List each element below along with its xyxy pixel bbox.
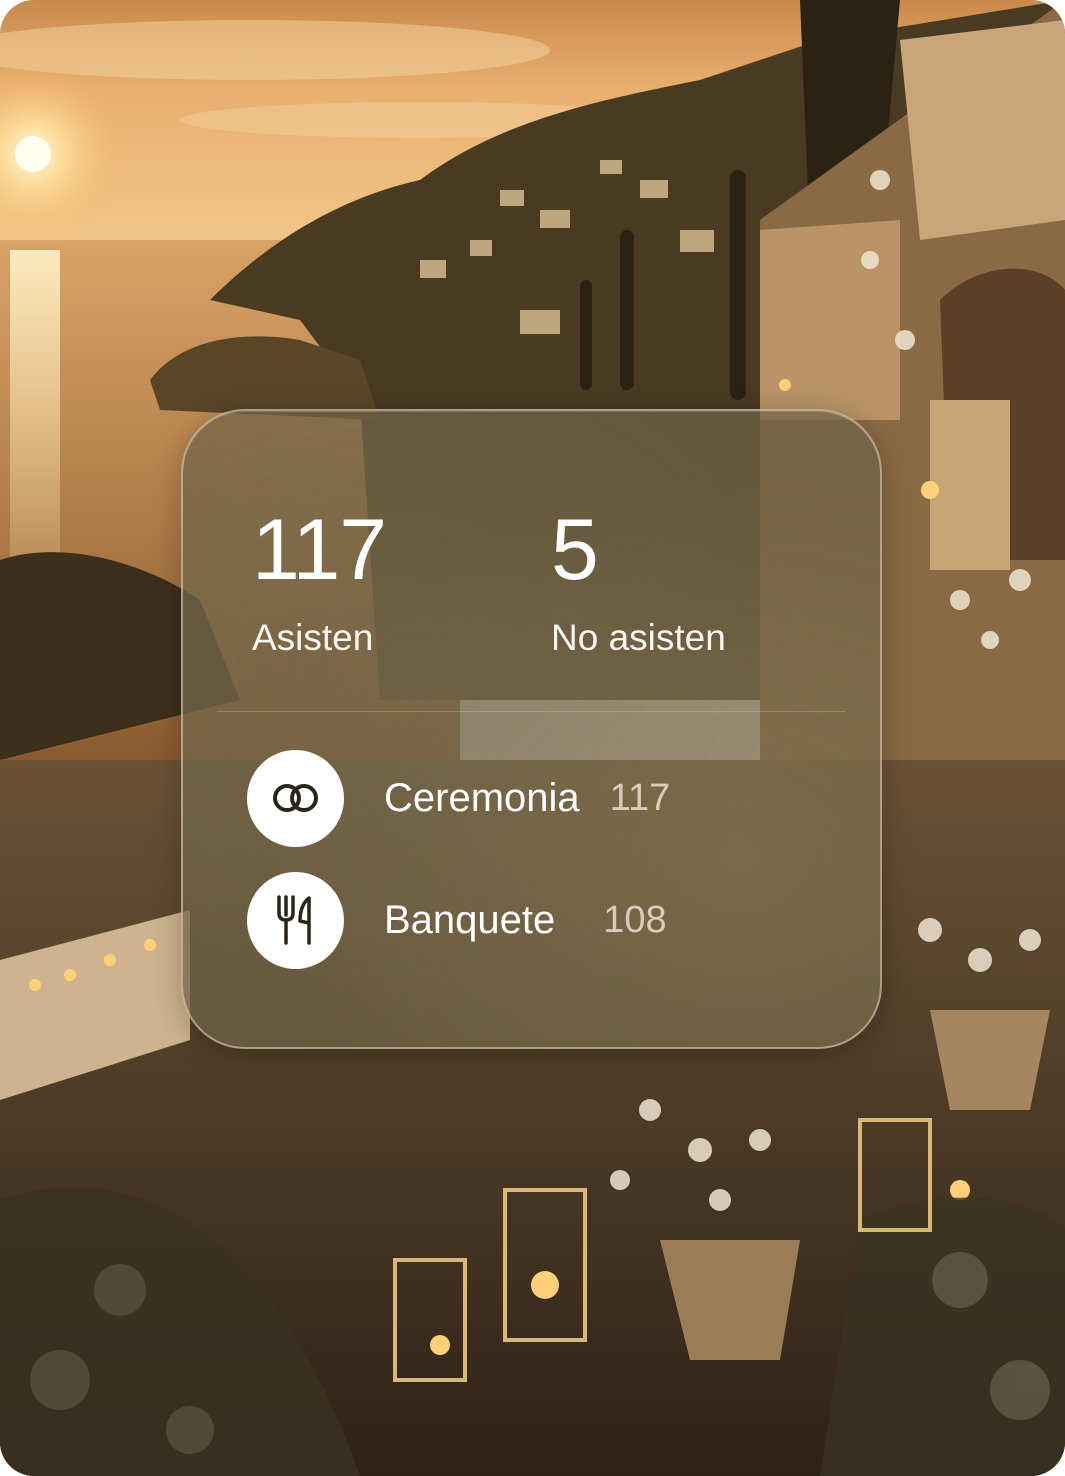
attending-stat: 117 Asisten (252, 502, 387, 658)
event-count: 117 (609, 776, 671, 819)
fork-knife-icon (247, 871, 344, 969)
event-row-ceremony[interactable]: Ceremonia 117 (247, 749, 807, 847)
guest-summary-panel: 117 Asisten 5 No asisten Ceremonia 117 B… (181, 409, 882, 1049)
attending-count: 117 (252, 502, 387, 598)
event-label: Ceremonia (384, 775, 580, 820)
attending-label: Asisten (252, 617, 374, 658)
not-attending-stat: 5 No asisten (551, 507, 726, 658)
not-attending-count: 5 (551, 502, 599, 598)
divider (217, 711, 846, 712)
invitation-stats-card: 117 Asisten 5 No asisten Ceremonia 117 B… (0, 0, 1065, 1476)
event-label: Banquete (384, 897, 556, 942)
wedding-rings-icon (247, 749, 344, 847)
event-count: 108 (603, 898, 667, 941)
event-row-banquet[interactable]: Banquete 108 (247, 871, 807, 969)
not-attending-label: No asisten (551, 617, 726, 658)
